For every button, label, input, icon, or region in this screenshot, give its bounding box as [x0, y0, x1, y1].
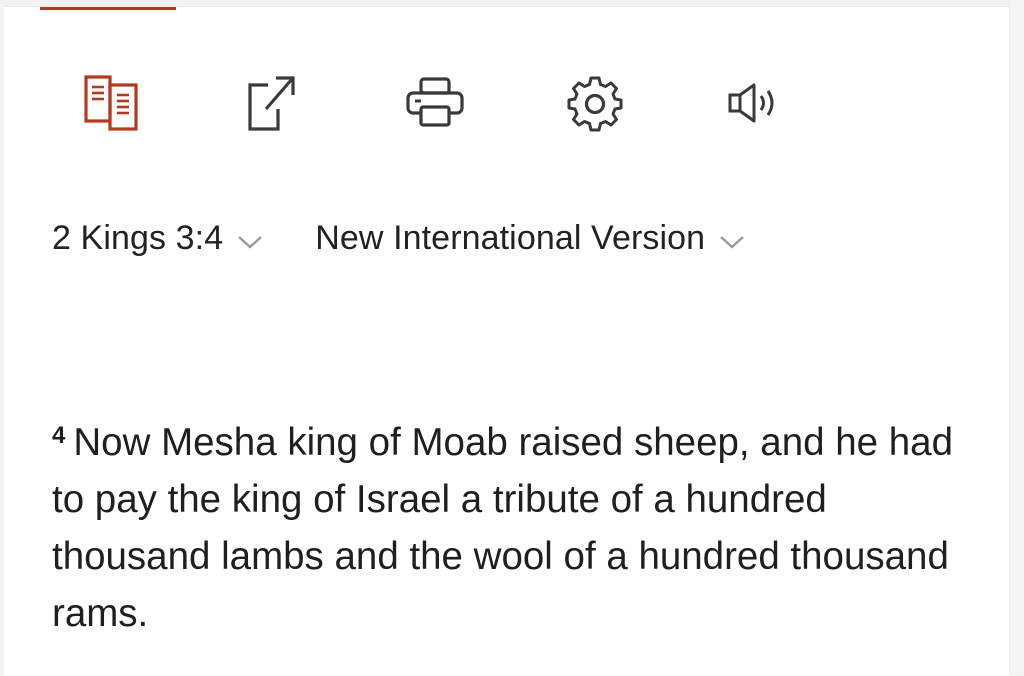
chevron-down-icon [720, 236, 744, 249]
audio-button[interactable] [724, 71, 788, 135]
scrollbar-track[interactable] [1009, 0, 1024, 675]
parallel-view-icon [84, 75, 138, 131]
passage-selectors: 2 Kings 3:4 New International Version [52, 213, 745, 263]
toolbar [4, 7, 1010, 147]
verse-number: 4 [52, 422, 66, 449]
verse-text: Now Mesha king of Moab raised sheep, and… [52, 421, 953, 635]
print-icon [406, 77, 464, 127]
bible-reader-panel: 2 Kings 3:4 New International Version 4N… [4, 6, 1010, 676]
print-button[interactable] [403, 71, 467, 135]
settings-button[interactable] [563, 71, 627, 135]
chevron-down-icon [238, 236, 263, 249]
version-dropdown[interactable]: New International Version [315, 219, 745, 258]
parallel-view-button[interactable] [80, 71, 144, 135]
share-button[interactable] [239, 71, 303, 135]
reference-dropdown[interactable]: 2 Kings 3:4 [52, 219, 263, 258]
audio-icon [728, 83, 774, 123]
reference-label: 2 Kings 3:4 [52, 218, 224, 257]
version-label: New International Version [315, 218, 706, 257]
passage-text: 4 Now Mesha king of Moab raised sheep, an… [52, 407, 982, 642]
settings-icon [567, 76, 623, 132]
share-icon [248, 76, 295, 131]
